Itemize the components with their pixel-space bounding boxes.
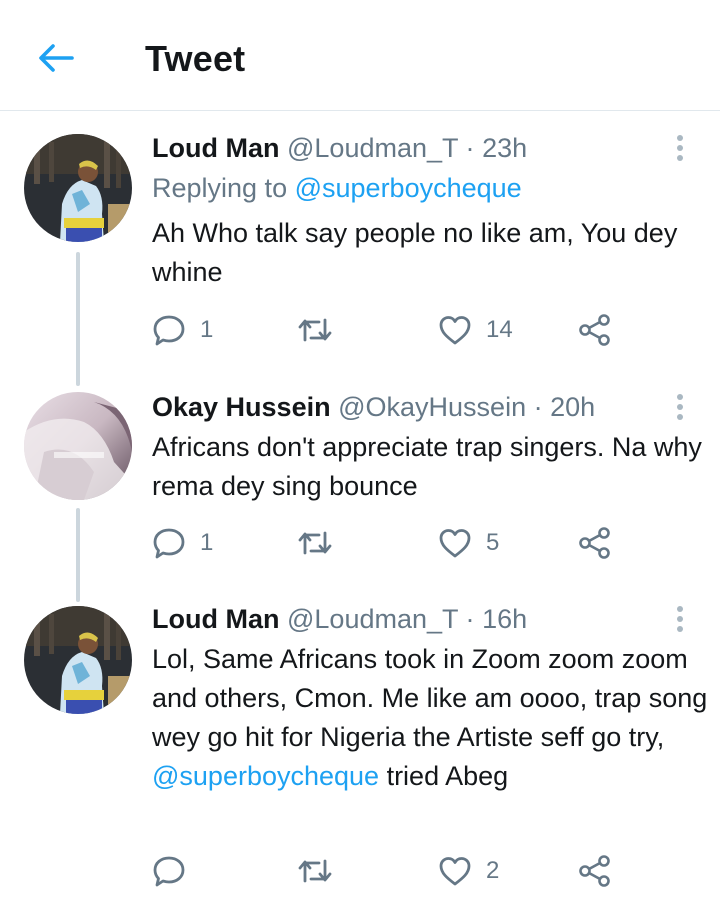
reply-count: 1 [200, 529, 214, 556]
tweet-header: Loud Man @Loudman_T · 16h [152, 602, 660, 636]
like-button[interactable]: 5 [438, 523, 499, 563]
retweet-icon [298, 531, 332, 555]
like-count: 14 [486, 316, 513, 343]
author-handle[interactable]: @OkayHussein [338, 392, 526, 422]
avatar[interactable] [24, 606, 132, 714]
thread-line [76, 508, 80, 602]
share-icon [579, 527, 610, 559]
tweet-time: 16h [482, 604, 528, 634]
like-icon [439, 316, 471, 345]
tweet-text: Africans don't appreciate trap singers. … [152, 432, 702, 501]
share-icon [579, 855, 610, 887]
retweet-button[interactable] [297, 851, 347, 891]
author-name[interactable]: Loud Man [152, 133, 279, 163]
separator-dot: · [465, 133, 475, 163]
tweet-actions: 1 14 [152, 310, 632, 350]
back-button[interactable] [34, 38, 78, 78]
reply-icon [153, 315, 185, 346]
retweet-icon [298, 859, 332, 883]
more-options-button[interactable] [668, 390, 692, 424]
replying-to-prefix: Replying to [152, 173, 288, 203]
tweet-text-part: tried Abeg [379, 761, 509, 791]
retweet-icon [298, 318, 332, 342]
more-icon [677, 606, 683, 632]
share-icon [579, 314, 610, 346]
author-name[interactable]: Loud Man [152, 604, 279, 634]
reply-icon [153, 856, 185, 887]
reply-button[interactable]: 1 [152, 523, 213, 563]
more-options-button[interactable] [668, 131, 692, 165]
more-icon [677, 135, 683, 161]
like-button[interactable]: 14 [438, 310, 513, 350]
like-icon [439, 857, 471, 886]
retweet-button[interactable] [297, 523, 347, 563]
avatar[interactable] [24, 134, 132, 242]
retweet-button[interactable] [297, 310, 347, 350]
share-button[interactable] [578, 851, 612, 891]
like-icon [439, 529, 471, 558]
tweet-actions: 2 [152, 851, 632, 891]
tweet-text: Lol, Same Africans took in Zoom zoom zoo… [152, 640, 712, 796]
thread-line [76, 252, 80, 386]
back-arrow-icon [39, 44, 74, 72]
separator-dot: · [465, 604, 475, 634]
more-options-button[interactable] [668, 602, 692, 636]
reply-button[interactable] [152, 851, 200, 891]
tweet-text-part: Lol, Same Africans took in Zoom zoom zoo… [152, 644, 708, 752]
like-count: 2 [486, 857, 500, 884]
like-button[interactable]: 2 [438, 851, 499, 891]
tweet-actions: 1 5 [152, 523, 632, 563]
tweet-header: Okay Hussein @OkayHussein · 20h [152, 390, 660, 424]
reply-count: 1 [200, 316, 214, 343]
tweet-text: Ah Who talk say people no like am, You d… [152, 218, 678, 287]
author-name[interactable]: Okay Hussein [152, 392, 331, 422]
share-button[interactable] [578, 523, 612, 563]
separator-dot: · [533, 392, 543, 422]
reply-icon [153, 528, 185, 559]
page-title: Tweet [145, 38, 246, 79]
replying-to: Replying to @superboycheque [152, 171, 522, 205]
top-bar: Tweet [0, 0, 720, 111]
reply-button[interactable]: 1 [152, 310, 213, 350]
author-handle[interactable]: @Loudman_T [287, 604, 458, 634]
mention-link[interactable]: @superboycheque [152, 761, 379, 791]
like-count: 5 [486, 529, 500, 556]
tweet-header: Loud Man @Loudman_T · 23h [152, 131, 660, 165]
author-handle[interactable]: @Loudman_T [287, 133, 458, 163]
tweet-time: 20h [550, 392, 596, 422]
tweet-time: 23h [482, 133, 528, 163]
more-icon [677, 394, 683, 420]
mention-link[interactable]: @superboycheque [295, 173, 522, 203]
share-button[interactable] [578, 310, 612, 350]
avatar[interactable] [24, 392, 132, 500]
